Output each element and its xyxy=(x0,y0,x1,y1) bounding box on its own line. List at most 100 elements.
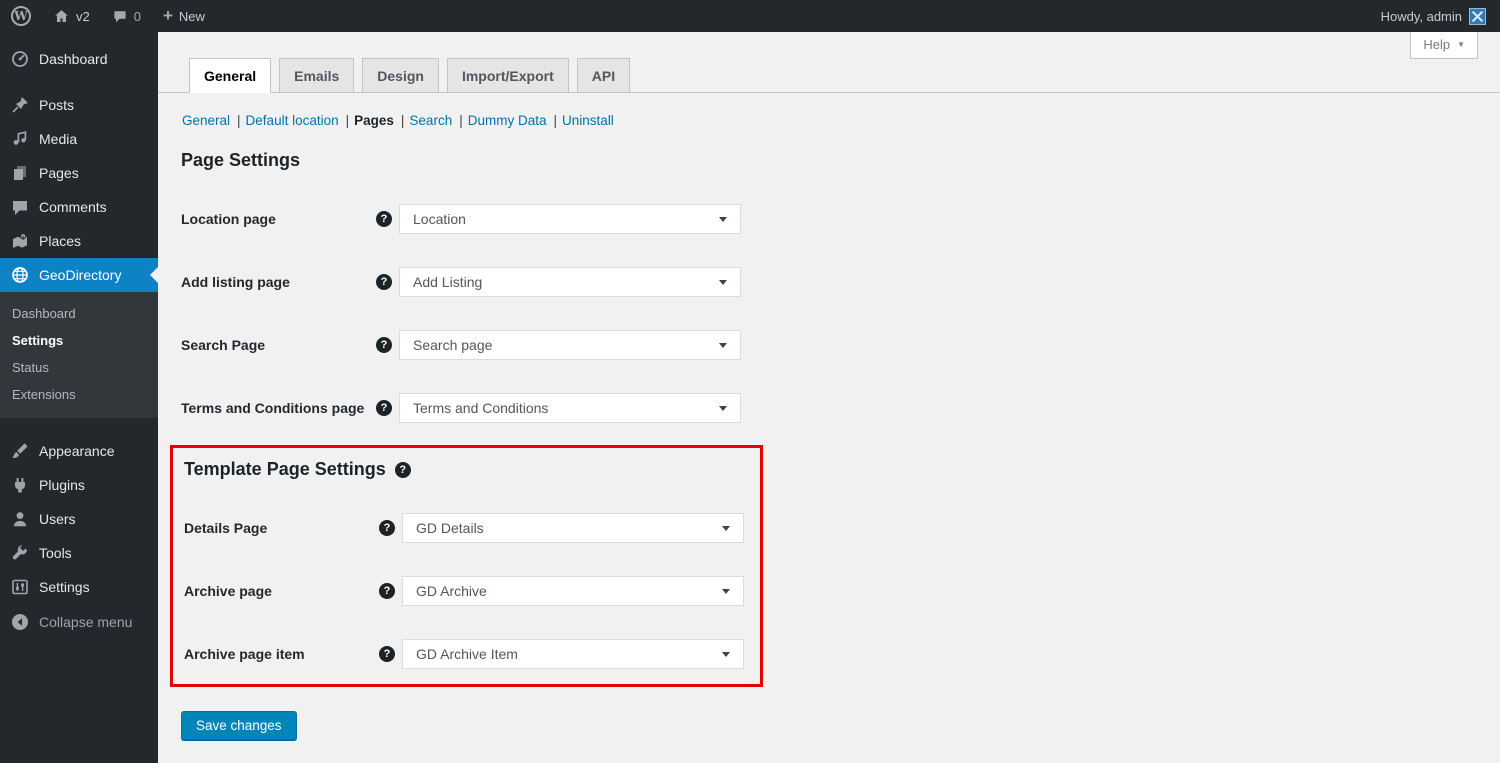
help-tooltip-icon[interactable]: ? xyxy=(379,520,395,536)
wrench-icon xyxy=(12,545,27,560)
subnav-link-pages[interactable]: Pages xyxy=(354,113,394,128)
archive-page-item-select[interactable]: GD Archive Item xyxy=(402,639,744,669)
subnav-link-default-location[interactable]: Default location xyxy=(246,113,339,128)
dropdown-caret-icon xyxy=(719,405,727,411)
new-content-button[interactable]: + New xyxy=(152,0,216,32)
sidebar-item-dashboard[interactable]: Dashboard xyxy=(0,42,158,76)
current-menu-arrow xyxy=(150,267,158,283)
setting-label: Location page xyxy=(181,211,276,227)
subnav-separator: | xyxy=(459,113,463,128)
select-value: Search page xyxy=(413,337,493,353)
subnav-link-search[interactable]: Search xyxy=(409,113,452,128)
dropdown-caret-icon xyxy=(722,651,730,657)
submenu-item-settings[interactable]: Settings xyxy=(0,327,158,354)
submenu-item-dashboard[interactable]: Dashboard xyxy=(0,300,158,327)
subnav-separator: | xyxy=(237,113,241,128)
sidebar-item-label: Places xyxy=(39,233,82,249)
select-value: Terms and Conditions xyxy=(413,400,549,416)
account-menu-button[interactable]: Howdy, admin xyxy=(1381,0,1500,32)
sidebar-item-label: Dashboard xyxy=(39,51,108,67)
sidebar-item-appearance[interactable]: Appearance xyxy=(0,434,158,468)
setting-row-archive-page: Archive page ? GD Archive xyxy=(184,576,760,606)
comment-icon xyxy=(13,201,27,215)
subnav-separator: | xyxy=(345,113,350,128)
tab-general[interactable]: General xyxy=(189,58,272,93)
sliders-icon xyxy=(12,579,28,595)
template-section-title: Template Page Settings xyxy=(184,459,386,479)
site-name-label: v2 xyxy=(76,8,90,24)
tab-import-export[interactable]: Import/Export xyxy=(446,58,569,93)
setting-row-add-listing-page: Add listing page ? Add Listing xyxy=(181,267,1500,297)
media-icon xyxy=(13,131,27,145)
collapse-menu-button[interactable]: Collapse menu xyxy=(0,605,158,639)
location-page-select[interactable]: Location xyxy=(399,204,741,234)
pushpin-icon xyxy=(12,97,28,113)
brush-icon xyxy=(12,443,28,458)
sidebar-item-label: Pages xyxy=(39,165,79,181)
sidebar-item-label: GeoDirectory xyxy=(39,267,122,283)
subnav-separator: | xyxy=(553,113,557,128)
setting-label: Search Page xyxy=(181,337,266,353)
setting-row-archive-page-item: Archive page item ? GD Archive Item xyxy=(184,639,760,669)
comments-button[interactable]: 0 xyxy=(101,0,152,32)
details-page-select[interactable]: GD Details xyxy=(402,513,744,543)
help-button[interactable]: Help ▼ xyxy=(1410,32,1478,59)
map-pin-icon xyxy=(13,233,27,248)
terms-page-select[interactable]: Terms and Conditions xyxy=(399,393,741,423)
dashboard-icon xyxy=(12,51,28,67)
setting-row-search-page: Search Page ? Search page xyxy=(181,330,1500,360)
sidebar-item-label: Settings xyxy=(39,579,90,595)
geodirectory-submenu: Dashboard Settings Status Extensions xyxy=(0,292,158,418)
chevron-down-icon: ▼ xyxy=(1457,40,1465,49)
tab-emails[interactable]: Emails xyxy=(279,58,355,93)
archive-page-select[interactable]: GD Archive xyxy=(402,576,744,606)
collapse-menu-label: Collapse menu xyxy=(39,614,133,630)
help-tooltip-icon[interactable]: ? xyxy=(376,400,392,416)
help-tooltip-icon[interactable]: ? xyxy=(376,337,392,353)
sidebar-item-comments[interactable]: Comments xyxy=(0,190,158,224)
help-tooltip-icon[interactable]: ? xyxy=(379,646,395,662)
plus-icon: + xyxy=(162,5,173,25)
subnav-link-general[interactable]: General xyxy=(182,113,230,128)
select-value: Add Listing xyxy=(413,274,483,290)
wordpress-logo-button[interactable]: W xyxy=(0,0,42,32)
template-page-settings-highlight: Template Page Settings ? Details Page ? … xyxy=(170,445,763,687)
submenu-item-status[interactable]: Status xyxy=(0,354,158,381)
avatar xyxy=(1469,7,1486,25)
sidebar-item-geodirectory[interactable]: GeoDirectory xyxy=(0,258,158,292)
save-changes-button[interactable]: Save changes xyxy=(181,711,297,740)
tab-api[interactable]: API xyxy=(576,58,631,93)
sidebar-item-posts[interactable]: Posts xyxy=(0,88,158,122)
plug-icon xyxy=(15,478,25,493)
subnav-link-uninstall[interactable]: Uninstall xyxy=(562,113,614,128)
wordpress-logo-icon: W xyxy=(11,6,31,26)
dropdown-caret-icon xyxy=(719,279,727,285)
sidebar-item-settings[interactable]: Settings xyxy=(0,570,158,604)
tab-design[interactable]: Design xyxy=(362,58,439,93)
help-tooltip-icon[interactable]: ? xyxy=(379,583,395,599)
subnav-link-dummy-data[interactable]: Dummy Data xyxy=(468,113,547,128)
sidebar-item-media[interactable]: Media xyxy=(0,122,158,156)
globe-icon xyxy=(12,267,28,283)
content-area: Help ▼ General Emails Design Import/Expo… xyxy=(158,32,1500,763)
sidebar-item-places[interactable]: Places xyxy=(0,224,158,258)
sidebar-item-tools[interactable]: Tools xyxy=(0,536,158,570)
admin-bar: W v2 0 + New Howdy, admin xyxy=(0,0,1500,32)
sidebar-item-pages[interactable]: Pages xyxy=(0,156,158,190)
sidebar-item-plugins[interactable]: Plugins xyxy=(0,468,158,502)
help-tooltip-icon[interactable]: ? xyxy=(376,211,392,227)
dropdown-caret-icon xyxy=(722,525,730,531)
add-listing-page-select[interactable]: Add Listing xyxy=(399,267,741,297)
sidebar-item-label: Comments xyxy=(39,199,107,215)
search-page-select[interactable]: Search page xyxy=(399,330,741,360)
settings-tabbar: General Emails Design Import/Export API xyxy=(158,32,1500,93)
submenu-item-extensions[interactable]: Extensions xyxy=(0,381,158,408)
site-menu-button[interactable]: v2 xyxy=(42,0,101,32)
select-value: Location xyxy=(413,211,466,227)
setting-label: Archive page xyxy=(184,583,272,599)
sidebar-item-users[interactable]: Users xyxy=(0,502,158,536)
setting-row-location-page: Location page ? Location xyxy=(181,204,1500,234)
new-label: New xyxy=(178,8,205,24)
help-tooltip-icon[interactable]: ? xyxy=(376,274,392,290)
help-tooltip-icon[interactable]: ? xyxy=(394,461,411,478)
